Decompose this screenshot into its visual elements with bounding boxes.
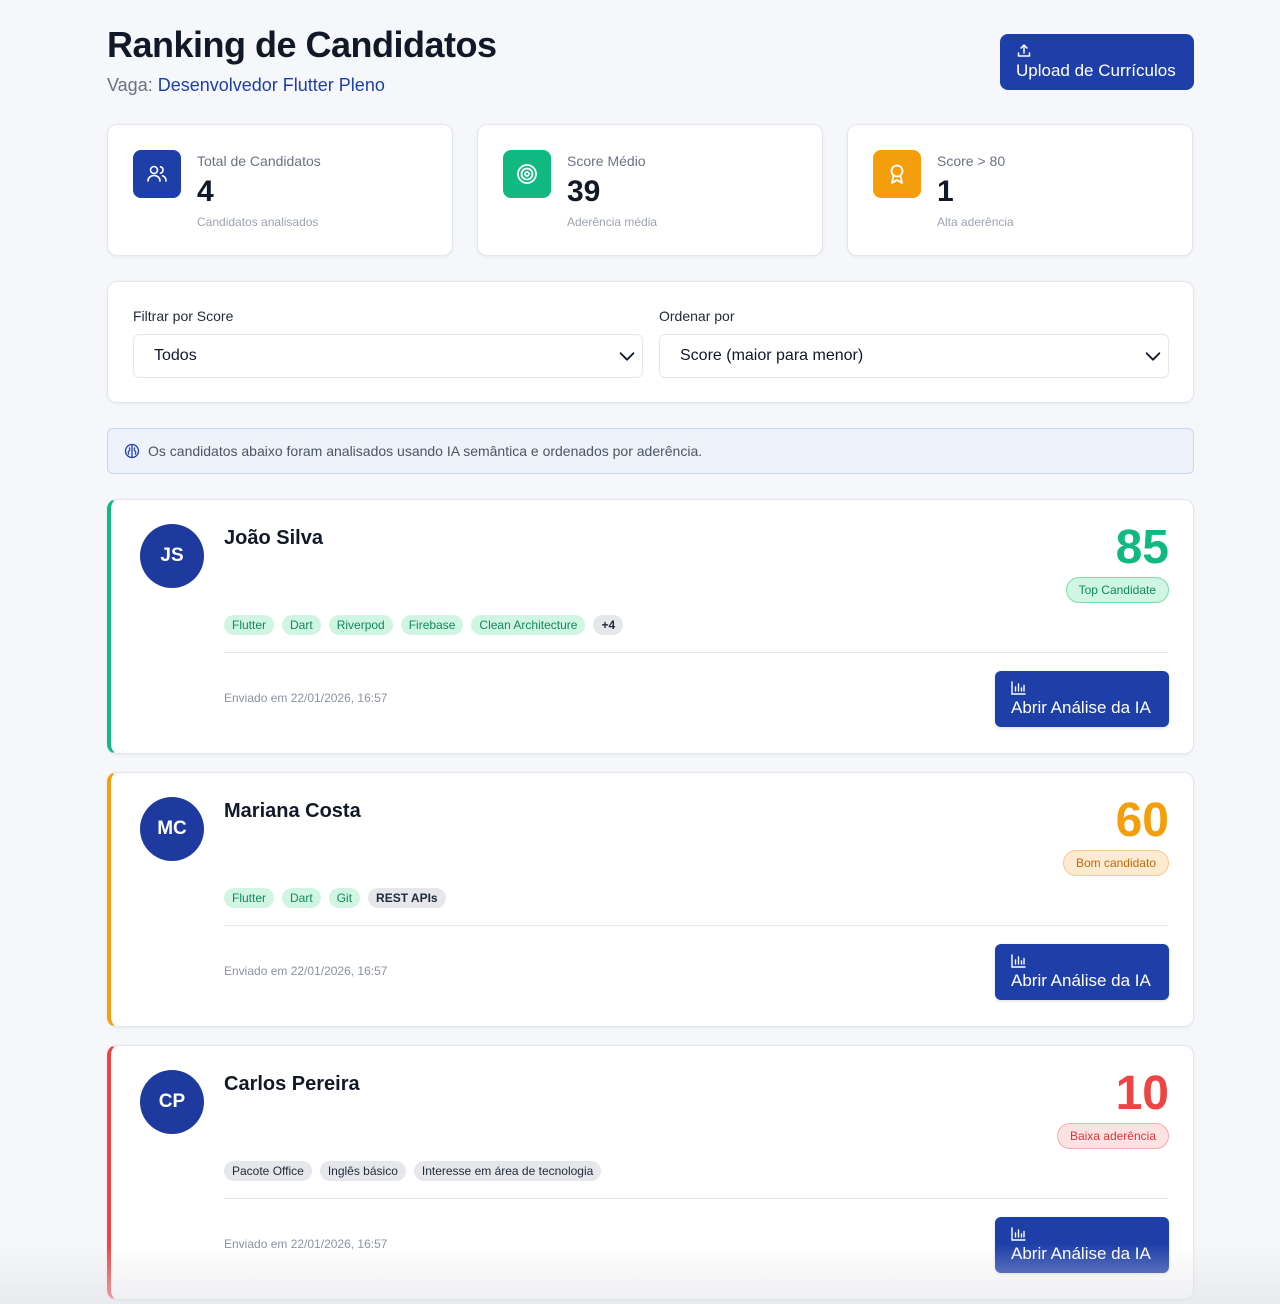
skill-tags: Flutter Dart Riverpod Firebase Clean Arc…: [224, 615, 624, 635]
info-text: Os candidatos abaixo foram analisados us…: [148, 443, 703, 459]
open-ai-analysis-button[interactable]: Abrir Análise da IA: [995, 944, 1169, 1000]
sort-select[interactable]: Score (maior para menor): [659, 334, 1169, 378]
stat-card-total: Total de Candidatos 4 Candidatos analisa…: [107, 124, 453, 256]
upload-resumes-button[interactable]: Upload de Currículos: [1000, 34, 1194, 90]
bar-chart-icon: [1011, 680, 1026, 695]
stat-sub: Alta aderência: [937, 215, 1014, 229]
stats-row: Total de Candidatos 4 Candidatos analisa…: [107, 124, 1194, 256]
score-filter-label: Filtrar por Score: [133, 308, 234, 324]
sent-timestamp: Enviado em 22/01/2026, 16:57: [224, 691, 388, 705]
stat-card-high: Score > 80 1 Alta aderência: [847, 124, 1193, 256]
sent-timestamp: Enviado em 22/01/2026, 16:57: [224, 1237, 388, 1251]
skill-tag: Riverpod: [328, 615, 393, 635]
candidate-card: JS João Silva 85 Top Candidate Flutter D…: [107, 499, 1194, 754]
candidate-name: Carlos Pereira: [224, 1073, 360, 1095]
sent-timestamp: Enviado em 22/01/2026, 16:57: [224, 964, 388, 978]
job-subtitle: Vaga: Desenvolvedor Flutter Pleno: [107, 75, 385, 96]
score-filter-select[interactable]: Todos: [133, 334, 643, 378]
skill-tags: Flutter Dart Git REST APIs: [224, 888, 446, 908]
bar-chart-icon: [1011, 1226, 1026, 1241]
score-filter-value: Todos: [154, 347, 197, 364]
open-ai-analysis-label: Abrir Análise da IA: [1011, 697, 1151, 717]
stat-value: 1: [937, 175, 954, 208]
job-prefix: Vaga:: [107, 75, 153, 95]
open-ai-analysis-button[interactable]: Abrir Análise da IA: [995, 671, 1169, 727]
score-filter: Filtrar por Score Todos: [133, 308, 643, 378]
page-title: Ranking de Candidatos: [107, 24, 497, 65]
candidate-name: Mariana Costa: [224, 800, 361, 822]
candidate-score: 85: [1115, 521, 1169, 574]
skill-tag: Flutter: [224, 888, 275, 908]
chevron-down-icon: [1145, 352, 1161, 361]
sort-value: Score (maior para menor): [680, 347, 864, 364]
stat-label: Score > 80: [937, 153, 1006, 169]
stat-value: 4: [197, 175, 214, 208]
award-icon: [873, 150, 921, 198]
divider: [224, 652, 1169, 653]
brain-icon: [124, 443, 140, 459]
skill-tag: Interesse em área de tecnologia: [413, 1161, 602, 1181]
page-header: Ranking de Candidatos Vaga: Desenvolvedo…: [107, 0, 1194, 124]
skill-tag: Pacote Office: [224, 1161, 312, 1181]
stat-label: Score Médio: [567, 153, 646, 169]
target-icon: [503, 150, 551, 198]
job-title[interactable]: Desenvolvedor Flutter Pleno: [158, 75, 385, 95]
more-skills-tag[interactable]: +4: [593, 615, 624, 635]
skill-tag: Git: [328, 888, 361, 908]
users-icon: [133, 150, 181, 198]
info-banner: Os candidatos abaixo foram analisados us…: [107, 428, 1194, 474]
stat-label: Total de Candidatos: [197, 153, 321, 169]
open-ai-analysis-label: Abrir Análise da IA: [1011, 1243, 1151, 1263]
bar-chart-icon: [1011, 953, 1026, 968]
status-badge: Top Candidate: [1065, 577, 1169, 603]
sort-filter-label: Ordenar por: [659, 308, 735, 324]
candidate-card: MC Mariana Costa 60 Bom candidato Flutte…: [107, 772, 1194, 1027]
skill-tag: REST APIs: [368, 888, 446, 908]
stat-value: 39: [567, 175, 601, 208]
skill-tag: Inglês básico: [319, 1161, 406, 1181]
avatar: CP: [140, 1070, 204, 1134]
stat-sub: Aderência média: [567, 215, 658, 229]
stat-card-average: Score Médio 39 Aderência média: [477, 124, 823, 256]
skill-tag: Flutter: [224, 615, 275, 635]
avatar: MC: [140, 797, 204, 861]
candidate-card: CP Carlos Pereira 10 Baixa aderência Pac…: [107, 1045, 1194, 1300]
skill-tag: Dart: [282, 888, 321, 908]
stat-sub: Candidatos analisados: [197, 215, 319, 229]
open-ai-analysis-button[interactable]: Abrir Análise da IA: [995, 1217, 1169, 1273]
skill-tag: Dart: [282, 615, 321, 635]
open-ai-analysis-label: Abrir Análise da IA: [1011, 970, 1151, 990]
sort-filter: Ordenar por Score (maior para menor): [659, 308, 1169, 378]
filters-panel: Filtrar por Score Todos Ordenar por Scor…: [107, 281, 1194, 403]
upload-resumes-label: Upload de Currículos: [1016, 61, 1176, 80]
chevron-down-icon: [619, 352, 635, 361]
status-badge: Bom candidato: [1062, 850, 1169, 876]
skill-tag: Clean Architecture: [471, 615, 586, 635]
skill-tags: Pacote Office Inglês básico Interesse em…: [224, 1161, 602, 1181]
candidate-score: 10: [1115, 1067, 1169, 1120]
candidate-score: 60: [1115, 794, 1169, 847]
candidate-name: João Silva: [224, 527, 323, 549]
skill-tag: Firebase: [400, 615, 464, 635]
upload-icon: [1017, 44, 1031, 57]
divider: [224, 925, 1169, 926]
divider: [224, 1198, 1169, 1199]
avatar: JS: [140, 524, 204, 588]
status-badge: Baixa aderência: [1056, 1123, 1169, 1149]
